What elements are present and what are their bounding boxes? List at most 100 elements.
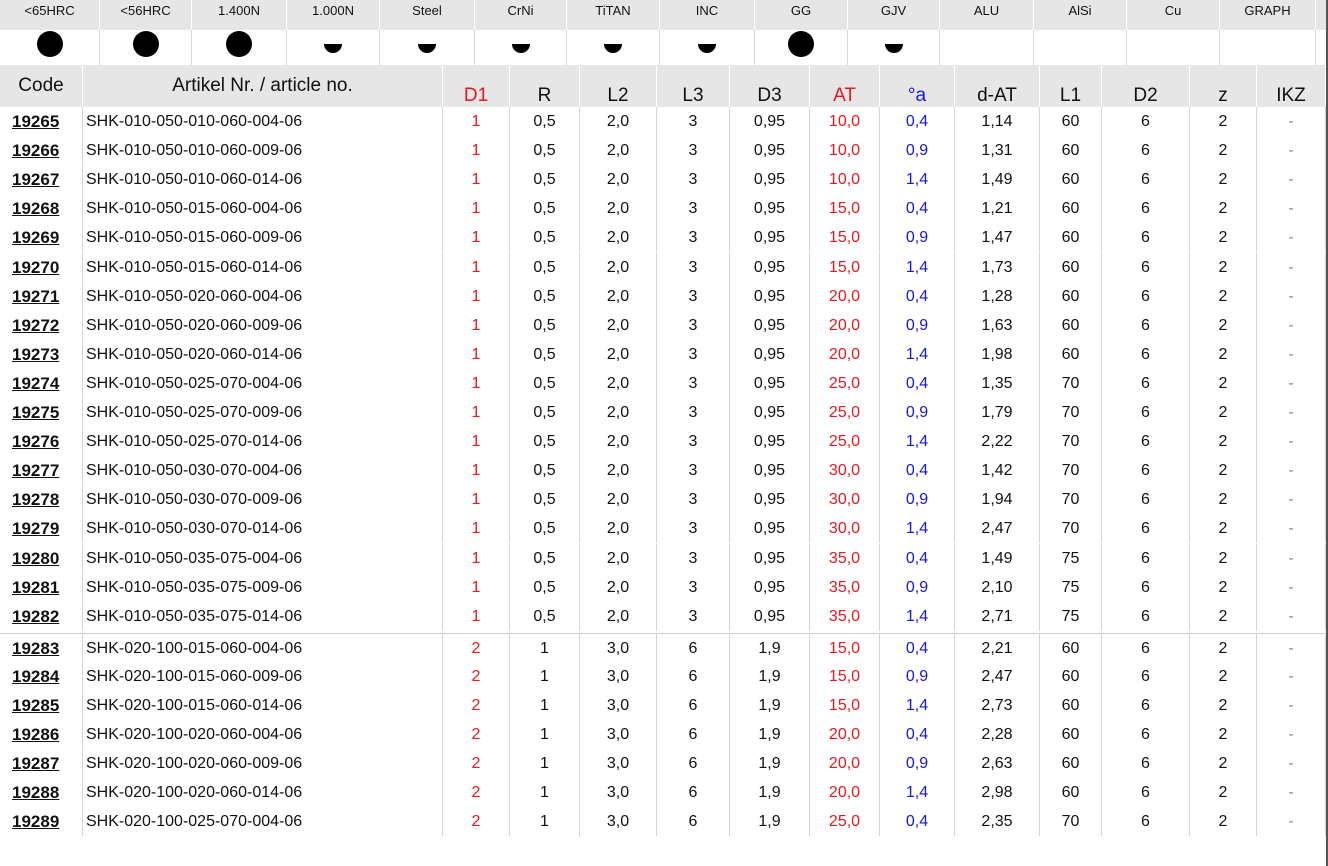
- cell-ikz: -: [1257, 778, 1326, 808]
- cell-code[interactable]: 19275: [0, 398, 83, 427]
- cell-ikz: -: [1257, 368, 1326, 398]
- table-row: 19273 SHK-010-050-020-060-014-06 1 0,5 2,0 3 0…: [0, 339, 1328, 369]
- cell-article: SHK-010-050-030-070-014-06: [83, 514, 443, 544]
- cell-l3: 3: [657, 543, 730, 573]
- cell-d2: 6: [1102, 165, 1190, 195]
- column-header-dat: d-AT: [955, 65, 1040, 107]
- cell-l2: 2,0: [580, 398, 657, 427]
- cell-d2: 6: [1102, 807, 1190, 837]
- material-rating-cell: [755, 30, 848, 65]
- cell-article: SHK-020-100-015-060-004-06: [83, 633, 443, 663]
- cell-z: 2: [1190, 749, 1257, 779]
- cell-l3: 3: [657, 310, 730, 340]
- cell-code[interactable]: 19272: [0, 310, 83, 340]
- cell-r: 0,5: [510, 339, 580, 369]
- cell-code[interactable]: 19269: [0, 223, 83, 253]
- cell-a: 0,9: [880, 223, 955, 253]
- cell-l3: 3: [657, 165, 730, 195]
- cell-code[interactable]: 19266: [0, 136, 83, 166]
- cell-a: 1,4: [880, 339, 955, 369]
- cell-at: 10,0: [810, 107, 880, 136]
- cell-l2: 2,0: [580, 601, 657, 631]
- table-row: 19287 SHK-020-100-020-060-009-06 2 1 3,0 6 1,9…: [0, 749, 1328, 779]
- cell-z: 2: [1190, 485, 1257, 515]
- cell-code[interactable]: 19277: [0, 456, 83, 486]
- cell-code[interactable]: 19273: [0, 339, 83, 369]
- cell-code[interactable]: 19288: [0, 778, 83, 808]
- material-label: Steel: [380, 0, 475, 30]
- cell-l3: 6: [657, 720, 730, 750]
- cell-d2: 6: [1102, 252, 1190, 282]
- table-row: 19288 SHK-020-100-020-060-014-06 2 1 3,0 6 1,9…: [0, 778, 1328, 808]
- cell-code[interactable]: 19276: [0, 427, 83, 457]
- cell-code[interactable]: 19285: [0, 691, 83, 720]
- cell-code[interactable]: 19278: [0, 485, 83, 515]
- cell-l2: 2,0: [580, 456, 657, 486]
- cell-dat: 2,47: [955, 661, 1040, 691]
- cell-dat: 2,47: [955, 514, 1040, 544]
- cell-l2: 3,0: [580, 807, 657, 837]
- cell-d2: 6: [1102, 107, 1190, 136]
- cell-l2: 3,0: [580, 691, 657, 720]
- cell-d2: 6: [1102, 339, 1190, 369]
- cell-dat: 2,28: [955, 720, 1040, 750]
- cell-dat: 2,22: [955, 427, 1040, 457]
- cell-dat: 1,94: [955, 485, 1040, 515]
- cell-article: SHK-010-050-010-060-009-06: [83, 136, 443, 166]
- cell-d3: 0,95: [730, 485, 810, 515]
- cell-ikz: -: [1257, 310, 1326, 340]
- material-rating-cell: [848, 30, 940, 65]
- cell-l3: 6: [657, 749, 730, 779]
- cell-z: 2: [1190, 572, 1257, 602]
- cell-article: SHK-010-050-020-060-014-06: [83, 339, 443, 369]
- cell-l3: 3: [657, 194, 730, 224]
- cell-dat: 2,71: [955, 601, 1040, 631]
- cell-l3: 3: [657, 398, 730, 427]
- cell-at: 20,0: [810, 749, 880, 779]
- cell-r: 0,5: [510, 281, 580, 311]
- material-label: INC: [660, 0, 755, 30]
- cell-code[interactable]: 19286: [0, 720, 83, 750]
- cell-code[interactable]: 19282: [0, 601, 83, 631]
- cell-code[interactable]: 19279: [0, 514, 83, 544]
- cell-ikz: -: [1257, 661, 1326, 691]
- cell-code[interactable]: 19283: [0, 633, 83, 663]
- cell-code[interactable]: 19274: [0, 368, 83, 398]
- cell-d1: 1: [443, 427, 510, 457]
- cell-at: 10,0: [810, 136, 880, 166]
- cell-r: 1: [510, 661, 580, 691]
- cell-code[interactable]: 19267: [0, 165, 83, 195]
- cell-code[interactable]: 19265: [0, 107, 83, 136]
- cell-l1: 60: [1040, 252, 1102, 282]
- cell-l1: 70: [1040, 398, 1102, 427]
- cell-code[interactable]: 19271: [0, 281, 83, 311]
- cell-ikz: -: [1257, 339, 1326, 369]
- cell-code[interactable]: 19284: [0, 661, 83, 691]
- material-rating-cell: [287, 30, 380, 65]
- table-row: 19276 SHK-010-050-025-070-014-06 1 0,5 2,0 3 0…: [0, 427, 1328, 457]
- cell-code[interactable]: 19287: [0, 749, 83, 779]
- cell-at: 20,0: [810, 778, 880, 808]
- cell-l3: 3: [657, 601, 730, 631]
- cell-a: 0,4: [880, 633, 955, 663]
- cell-d1: 1: [443, 136, 510, 166]
- cell-dat: 1,98: [955, 339, 1040, 369]
- cell-l2: 2,0: [580, 107, 657, 136]
- half-circle-icon: [698, 44, 716, 53]
- cell-code[interactable]: 19268: [0, 194, 83, 224]
- cell-l2: 2,0: [580, 252, 657, 282]
- cell-at: 15,0: [810, 252, 880, 282]
- cell-at: 35,0: [810, 572, 880, 602]
- cell-d3: 1,9: [730, 807, 810, 837]
- cell-z: 2: [1190, 514, 1257, 544]
- cell-a: 0,4: [880, 107, 955, 136]
- column-label: IKZ: [1276, 85, 1306, 106]
- cell-code[interactable]: 19270: [0, 252, 83, 282]
- cell-code[interactable]: 19281: [0, 572, 83, 602]
- column-header-code: Code: [0, 65, 83, 107]
- cell-at: 35,0: [810, 601, 880, 631]
- cell-code[interactable]: 19280: [0, 543, 83, 573]
- cell-l1: 70: [1040, 807, 1102, 837]
- cell-code[interactable]: 19289: [0, 807, 83, 837]
- cell-l2: 2,0: [580, 165, 657, 195]
